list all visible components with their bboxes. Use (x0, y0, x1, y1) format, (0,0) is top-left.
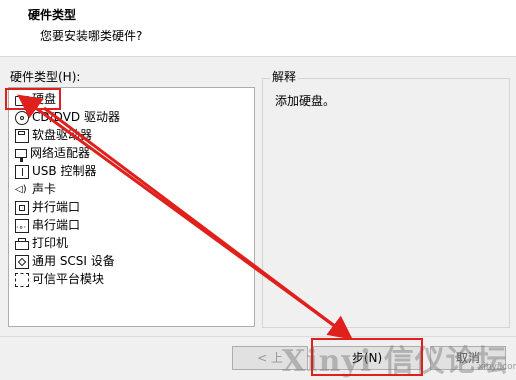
arrow-to-hard-disk (17, 94, 341, 332)
annotation-arrows (17, 94, 353, 340)
